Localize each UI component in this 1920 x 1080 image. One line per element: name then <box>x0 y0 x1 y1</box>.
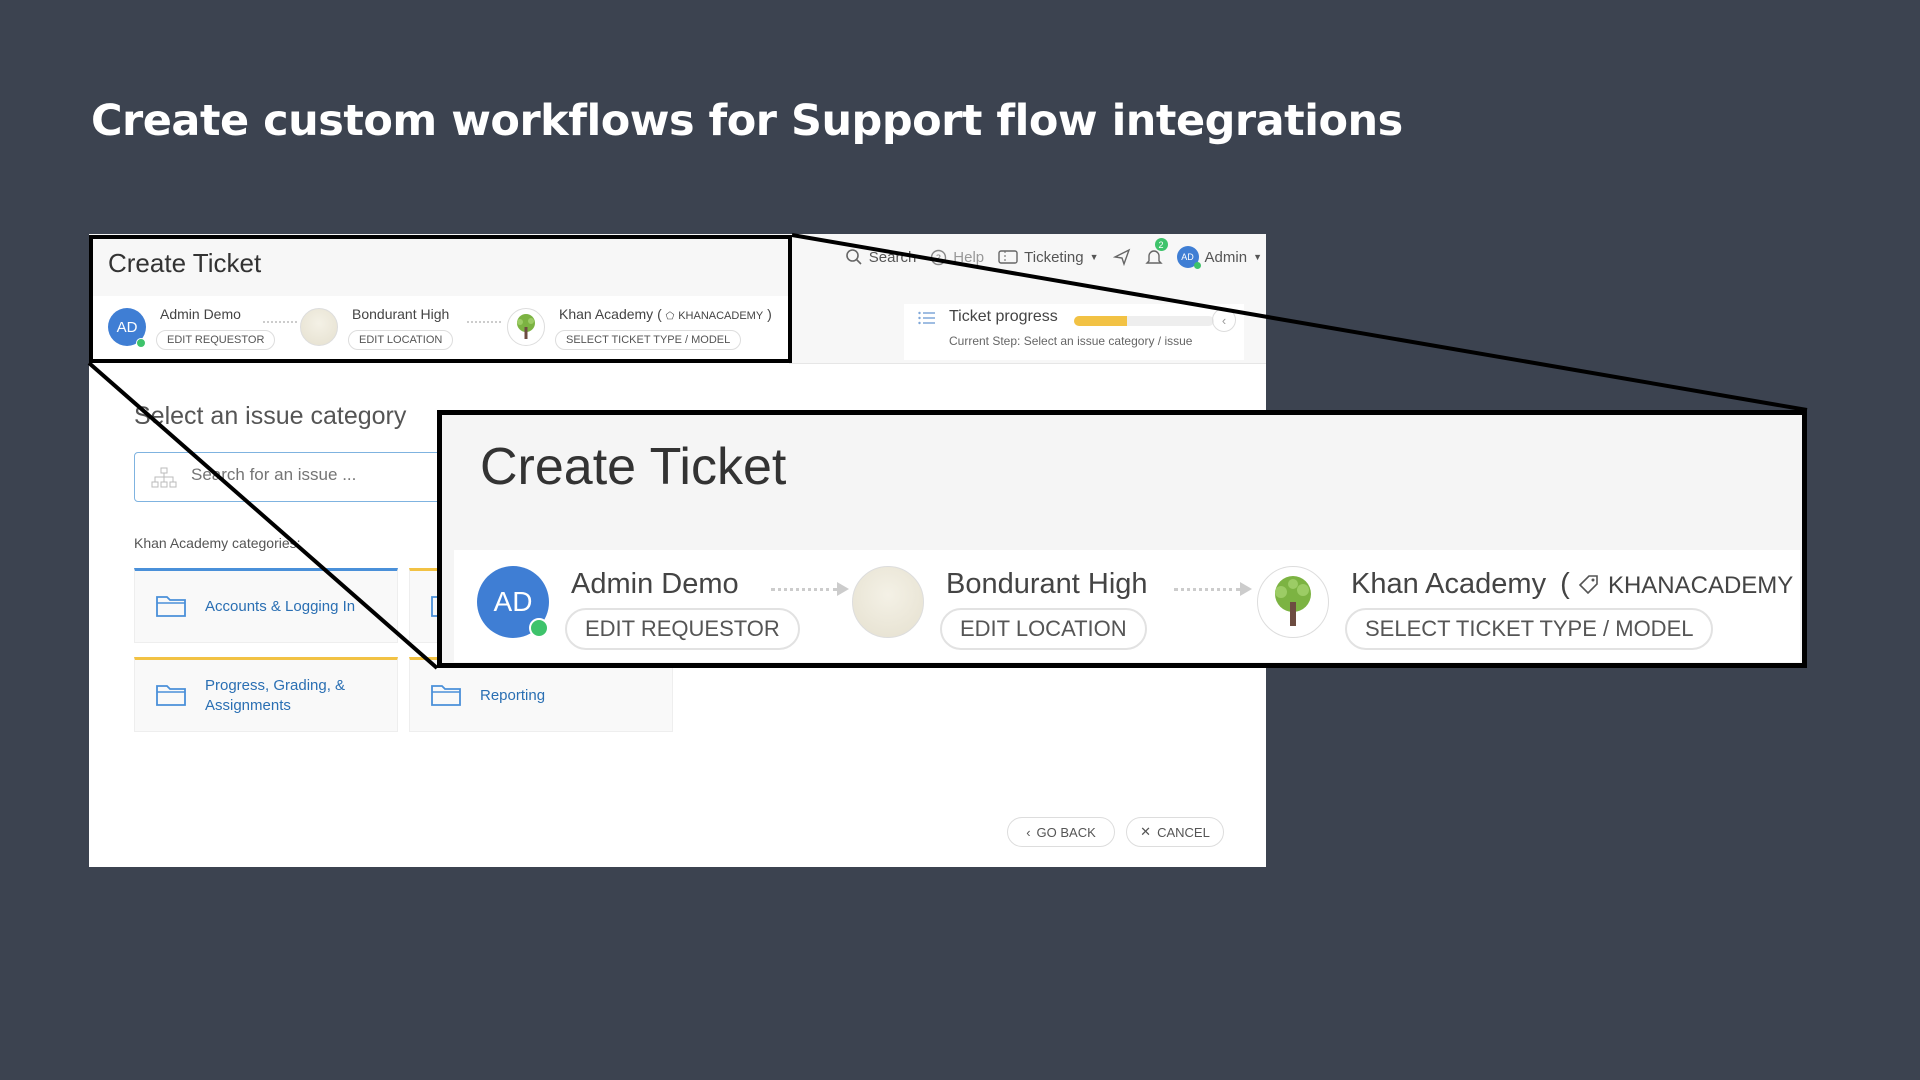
requestor-name: Admin Demo <box>571 568 739 600</box>
issue-search[interactable] <box>134 452 464 502</box>
requestor-name: Admin Demo <box>160 306 241 322</box>
notification-badge: 2 <box>1154 238 1168 251</box>
chevron-left-icon: ‹ <box>1026 824 1031 840</box>
category-card[interactable]: Progress, Grading, & Assignments <box>134 657 398 732</box>
tree-logo <box>507 308 545 346</box>
progress-bar <box>1074 316 1214 326</box>
cancel-label: CANCEL <box>1157 824 1210 840</box>
progress-fill <box>1074 316 1128 326</box>
zoom-callout: Create Ticket AD Admin Demo EDIT REQUEST… <box>437 410 1807 668</box>
current-step-text: Current Step: Select an issue category /… <box>949 334 1193 348</box>
paren-open: ( <box>1560 568 1570 600</box>
category-card[interactable]: Accounts & Logging In <box>134 568 398 643</box>
org-tag: KHANACADEMY <box>1607 572 1794 599</box>
location-name: Bondurant High <box>352 306 450 322</box>
send-button[interactable] <box>1112 248 1131 266</box>
categories-label: Khan Academy categories: <box>134 535 301 551</box>
ticketing-label: Ticketing <box>1024 248 1084 266</box>
paren-close: ) <box>767 306 772 322</box>
school-logo <box>300 308 338 346</box>
chevron-down-icon: ▼ <box>1253 252 1262 262</box>
online-indicator <box>136 338 146 348</box>
school-logo <box>852 566 924 638</box>
help-icon: ? <box>931 249 947 265</box>
online-indicator <box>529 618 549 638</box>
edit-location-button[interactable]: EDIT LOCATION <box>348 330 454 350</box>
paper-plane-icon <box>1112 248 1130 266</box>
folder-icon <box>431 685 461 706</box>
chevron-down-icon: ▼ <box>1089 252 1099 262</box>
step-connector <box>1174 582 1252 596</box>
folder-icon <box>156 596 186 617</box>
top-bar: Create Ticket Search ? Help Ticketing ▼ … <box>89 234 1266 364</box>
cancel-button[interactable]: ✕ CANCEL <box>1126 817 1224 847</box>
search-nav-item[interactable]: Search <box>845 248 917 266</box>
top-nav: Search ? Help Ticketing ▼ 2 AD Admin ▼ <box>845 238 1262 269</box>
category-label: Progress, Grading, & Assignments <box>205 677 346 714</box>
org-name-text: Khan Academy <box>1351 568 1547 600</box>
section-title: Select an issue category <box>134 402 407 430</box>
help-nav-label: Help <box>953 248 985 266</box>
category-card[interactable]: Reporting <box>409 657 673 732</box>
category-label: Reporting <box>480 686 546 704</box>
issue-search-input[interactable] <box>191 465 431 485</box>
go-back-label: GO BACK <box>1036 824 1096 840</box>
org-name: Khan Academy ( ⬠ KHANACADEMY ) <box>559 306 772 322</box>
close-icon: ✕ <box>1140 824 1152 839</box>
search-nav-label: Search <box>868 248 917 266</box>
org-tag: KHANACADEMY <box>678 310 764 322</box>
select-ticket-type-button[interactable]: SELECT TICKET TYPE / MODEL <box>1345 608 1714 650</box>
ticket-progress: Ticket progress Current Step: Select an … <box>904 304 1244 360</box>
search-icon <box>845 249 862 265</box>
folder-icon <box>156 685 186 706</box>
zoom-title: Create Ticket <box>480 438 787 496</box>
step-connector <box>263 321 297 323</box>
edit-requestor-button[interactable]: EDIT REQUESTOR <box>156 330 276 350</box>
notifications-button[interactable]: 2 <box>1144 238 1168 266</box>
category-label: Accounts & Logging In <box>205 597 356 615</box>
tree-logo <box>1257 566 1329 638</box>
list-icon <box>918 311 935 325</box>
svg-text:?: ? <box>936 253 941 264</box>
paren-open: ( <box>657 306 662 322</box>
progress-label: Ticket progress <box>949 308 1058 325</box>
help-nav-item[interactable]: ? Help <box>930 249 984 266</box>
edit-requestor-button[interactable]: EDIT REQUESTOR <box>565 608 800 650</box>
zoom-steps: AD Admin Demo EDIT REQUESTOR Bondurant H… <box>454 550 1800 662</box>
hierarchy-icon <box>151 467 177 488</box>
user-name: Admin <box>1204 248 1248 266</box>
slide-title: Create custom workflows for Support flow… <box>91 96 1403 146</box>
ticketing-menu[interactable]: Ticketing ▼ <box>998 248 1099 266</box>
tag-icon <box>1578 575 1598 595</box>
page-title: Create Ticket <box>108 248 262 278</box>
step-connector <box>467 321 501 323</box>
tag-icon: ⬠ <box>665 311 675 322</box>
select-ticket-type-button[interactable]: SELECT TICKET TYPE / MODEL <box>555 330 742 350</box>
go-back-button[interactable]: ‹ GO BACK <box>1007 817 1115 847</box>
org-name: Khan Academy ( KHANACADEMY ) <box>1351 568 1802 601</box>
edit-location-button[interactable]: EDIT LOCATION <box>940 608 1147 650</box>
avatar: AD <box>1176 246 1201 269</box>
user-menu[interactable]: AD Admin ▼ <box>1176 246 1262 269</box>
ticket-steps: AD Admin Demo EDIT REQUESTOR Bondurant H… <box>89 296 789 364</box>
chevron-left-icon[interactable]: ‹ <box>1212 308 1236 332</box>
location-name: Bondurant High <box>946 568 1148 600</box>
org-name-text: Khan Academy <box>559 306 654 322</box>
step-connector <box>771 582 849 596</box>
ticket-icon <box>998 250 1018 264</box>
